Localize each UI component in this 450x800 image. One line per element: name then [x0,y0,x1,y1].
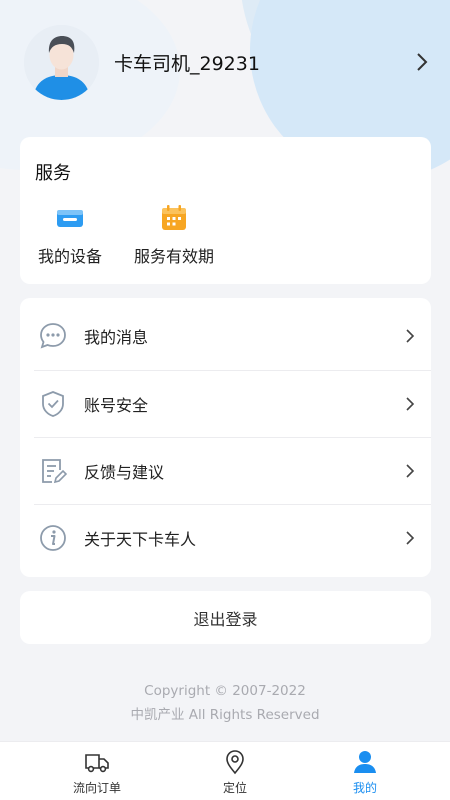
menu-card: 我的消息 账号安全 反馈与建议 关于天下卡车人 [20,298,431,577]
service-item-my-devices[interactable]: 我的设备 [38,203,102,267]
copyright-line-2: 中凯产业 All Rights Reserved [130,707,320,723]
menu-item-about[interactable]: 关于天下卡车人 [20,504,431,571]
menu-item-messages[interactable]: 我的消息 [20,302,431,369]
menu-item-account-security[interactable]: 账号安全 [20,370,431,437]
menu-item-feedback[interactable]: 反馈与建议 [20,437,431,504]
tab-mine[interactable]: 我的 [290,742,440,800]
services-card: 服务 我的设备 服务有效期 [20,137,431,284]
menu-item-label: 账号安全 [84,395,149,415]
service-item-label: 我的设备 [38,247,103,266]
service-item-validity[interactable]: 服务有效期 [134,203,214,267]
avatar[interactable] [24,24,99,100]
profile-header[interactable]: 卡车司机_29231 [24,24,434,100]
chevron-right-icon [406,530,415,545]
chevron-right-icon [406,396,415,411]
menu-item-label: 关于天下卡车人 [84,529,197,549]
logout-label: 退出登录 [193,609,258,629]
username: 卡车司机_29231 [114,52,260,75]
calendar-icon [162,205,186,230]
chevron-right-icon [406,463,415,478]
person-icon [354,751,376,773]
menu-item-label: 反馈与建议 [84,462,165,482]
message-icon [40,322,66,348]
services-title: 服务 [35,163,71,184]
tab-label: 定位 [222,781,247,795]
tab-orders[interactable]: 流向订单 [22,742,172,800]
shield-check-icon [42,390,64,417]
chevron-right-icon [406,328,415,343]
info-icon [40,524,66,551]
feedback-icon [42,458,68,483]
bottom-tab-bar: 流向订单 定位 我的 [0,741,450,800]
device-icon [57,210,83,227]
copyright-line-1: Copyright © 2007-2022 [144,683,306,699]
chevron-right-icon[interactable] [410,50,434,74]
tab-location[interactable]: 定位 [160,742,310,800]
location-pin-icon [226,750,244,775]
service-item-label: 服务有效期 [134,247,215,266]
truck-icon [85,754,109,773]
menu-item-label: 我的消息 [84,327,149,347]
logout-button[interactable]: 退出登录 [20,591,431,644]
tab-label: 我的 [352,781,377,795]
tab-label: 流向订单 [72,781,121,795]
